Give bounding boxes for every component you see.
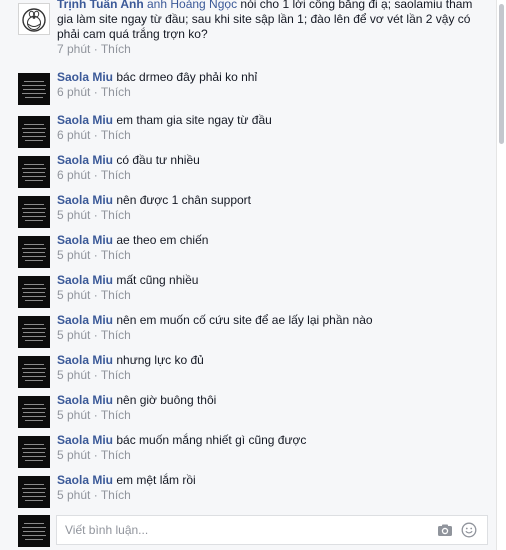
comment-mention[interactable]: anh Hoàng Ngọc: [147, 0, 237, 11]
like-link[interactable]: Thích: [101, 328, 131, 342]
avatar[interactable]: [18, 3, 50, 35]
comment-time[interactable]: 6 phút: [57, 128, 90, 142]
comment-text: em mệt lắm rồi: [116, 473, 196, 487]
comment-author[interactable]: Saola Miu: [57, 113, 113, 127]
comment-time[interactable]: 5 phút: [57, 408, 90, 422]
like-link[interactable]: Thích: [101, 208, 131, 222]
comment-time[interactable]: 5 phút: [57, 448, 90, 462]
comment-author[interactable]: Trịnh Tuấn Anh: [57, 0, 144, 11]
like-link[interactable]: Thích: [101, 488, 131, 502]
comment-time[interactable]: 7 phút: [57, 42, 90, 56]
comment-text: mất cũng nhiều: [116, 273, 199, 287]
like-link[interactable]: Thích: [101, 288, 131, 302]
comment-time[interactable]: 6 phút: [57, 85, 90, 99]
comment-author[interactable]: Saola Miu: [57, 353, 113, 367]
like-link[interactable]: Thích: [101, 408, 131, 422]
comment-author[interactable]: Saola Miu: [57, 70, 113, 84]
avatar[interactable]: [18, 276, 50, 308]
camera-icon[interactable]: [437, 522, 453, 538]
avatar[interactable]: [18, 436, 50, 468]
avatar[interactable]: [18, 316, 50, 348]
comment-author[interactable]: Saola Miu: [57, 273, 113, 287]
comment-author[interactable]: Saola Miu: [57, 433, 113, 447]
comment-text: có đầu tư nhiều: [116, 153, 200, 167]
like-link[interactable]: Thích: [101, 448, 131, 462]
avatar[interactable]: [18, 476, 50, 508]
comment-author[interactable]: Saola Miu: [57, 313, 113, 327]
scrollbar[interactable]: [496, 0, 506, 550]
scrollbar-thumb[interactable]: [499, 4, 504, 144]
like-link[interactable]: Thích: [101, 168, 131, 182]
comment-input[interactable]: [56, 515, 488, 545]
comment-text: nên em muốn cố cứu site để ae lấy lại ph…: [116, 313, 373, 327]
avatar[interactable]: [18, 396, 50, 428]
comment-composer: [18, 515, 488, 547]
comment-time[interactable]: 5 phút: [57, 488, 90, 502]
smiley-icon[interactable]: [461, 522, 477, 538]
comment-text: bác muốn mắng nhiết gì cũng được: [116, 433, 307, 447]
like-link[interactable]: Thích: [101, 248, 131, 262]
like-link[interactable]: Thích: [101, 128, 131, 142]
comment-author[interactable]: Saola Miu: [57, 473, 113, 487]
comment-author[interactable]: Saola Miu: [57, 393, 113, 407]
like-link[interactable]: Thích: [101, 368, 131, 382]
comments-panel: Trịnh Tuấn Anh anh Hoàng Ngọc nói cho 1 …: [0, 0, 497, 550]
comment-text: nên giờ buông thôi: [116, 393, 217, 407]
comment-time[interactable]: 5 phút: [57, 328, 90, 342]
comment-time[interactable]: 5 phút: [57, 368, 90, 382]
comment-text: nên được 1 chân support: [116, 193, 252, 207]
comment-text: bác drmeo đây phải ko nhỉ: [116, 70, 258, 84]
avatar[interactable]: [18, 156, 50, 188]
avatar: [18, 515, 50, 547]
avatar[interactable]: [18, 116, 50, 148]
comment-time[interactable]: 5 phút: [57, 208, 90, 222]
comment-author[interactable]: Saola Miu: [57, 153, 113, 167]
doraemon-avatar-icon: [22, 8, 46, 32]
comment-text: ae theo em chiến: [116, 233, 209, 247]
comment-author[interactable]: Saola Miu: [57, 233, 113, 247]
comment-text: em tham gia site ngay từ đầu: [116, 113, 272, 127]
comment-time[interactable]: 6 phút: [57, 168, 90, 182]
avatar[interactable]: [18, 196, 50, 228]
avatar[interactable]: [18, 356, 50, 388]
like-link[interactable]: Thích: [101, 85, 131, 99]
avatar[interactable]: [18, 236, 50, 268]
comment-time[interactable]: 5 phút: [57, 288, 90, 302]
avatar[interactable]: [18, 73, 50, 105]
like-link[interactable]: Thích: [101, 42, 131, 56]
comment-author[interactable]: Saola Miu: [57, 193, 113, 207]
comment-time[interactable]: 5 phút: [57, 248, 90, 262]
comment-text: nhưng lực ko đủ: [116, 353, 204, 367]
